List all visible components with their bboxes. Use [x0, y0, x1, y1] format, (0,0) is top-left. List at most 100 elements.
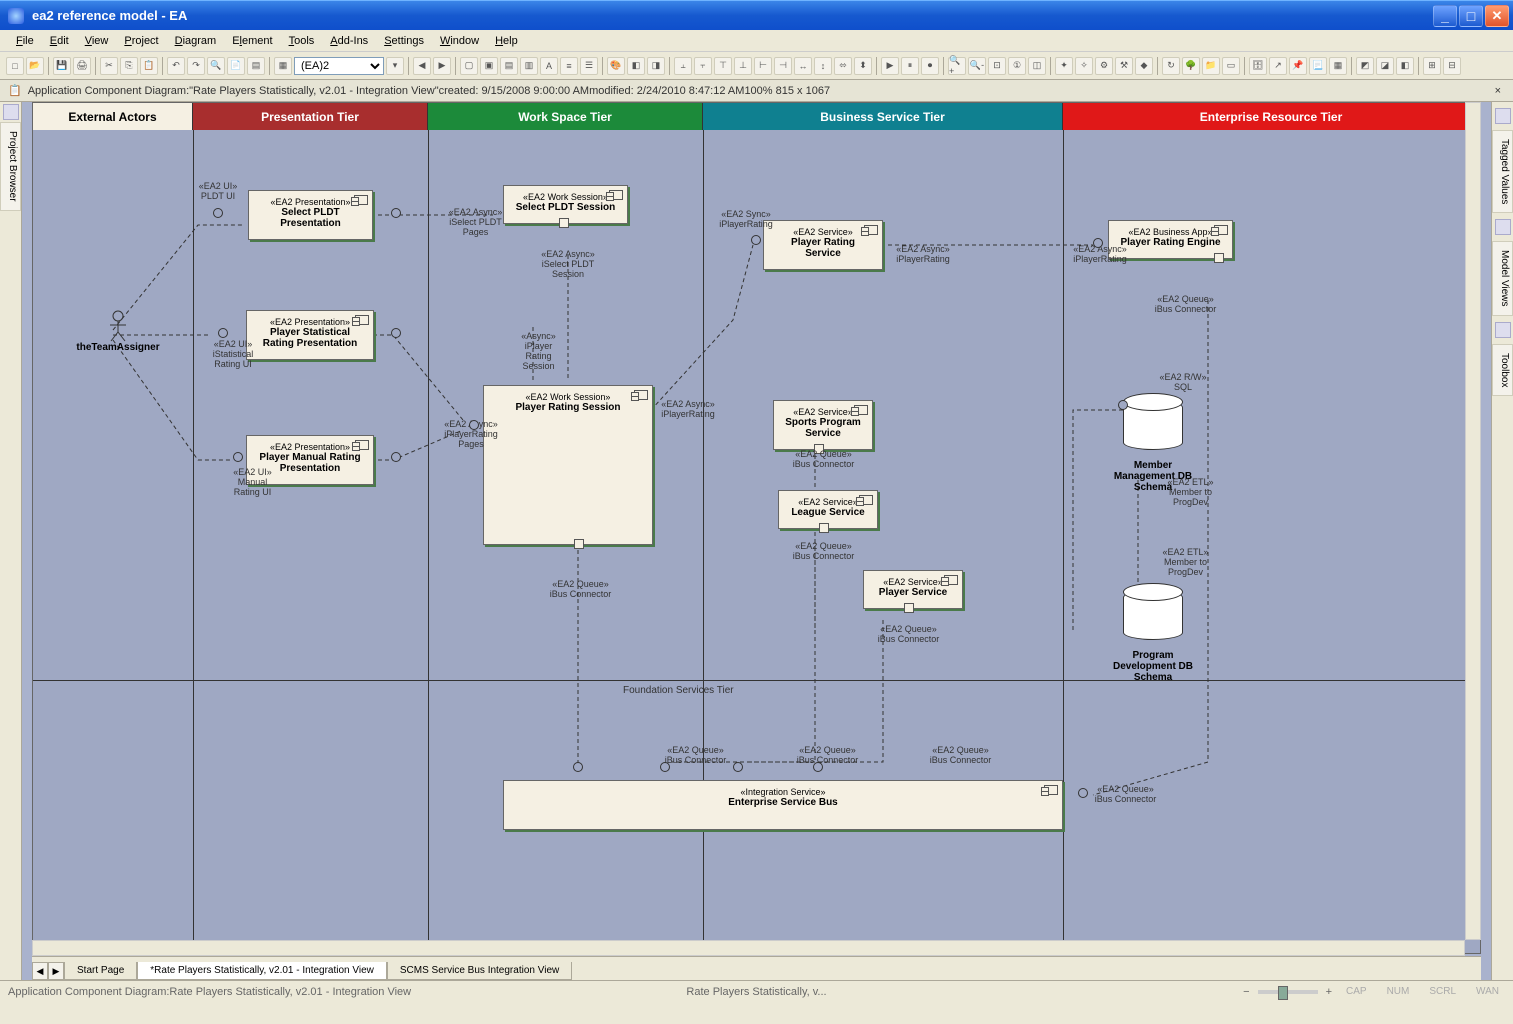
model-views-icon[interactable]: [1495, 219, 1511, 235]
sidetab-model-views[interactable]: Model Views: [1492, 241, 1513, 316]
menu-window[interactable]: Window: [432, 33, 487, 49]
diagram-canvas[interactable]: External Actors Presentation Tier Work S…: [32, 102, 1481, 954]
tb-refresh-icon[interactable]: ↻: [1162, 57, 1180, 75]
tb-layout2-icon[interactable]: ▣: [480, 57, 498, 75]
zoom-in-icon[interactable]: +: [1326, 986, 1332, 998]
sidetab-project-browser[interactable]: Project Browser: [0, 122, 21, 211]
tb-db-icon[interactable]: 🗄: [1249, 57, 1267, 75]
tb-align5-icon[interactable]: ⊢: [754, 57, 772, 75]
tb-style-icon[interactable]: ◨: [647, 57, 665, 75]
menu-help[interactable]: Help: [487, 33, 526, 49]
tb-list2-icon[interactable]: ▦: [1329, 57, 1347, 75]
tb-open-icon[interactable]: 📂: [26, 57, 44, 75]
tb-align1-icon[interactable]: ⫠: [674, 57, 692, 75]
menu-project[interactable]: Project: [116, 33, 166, 49]
tab-scroll-right[interactable]: ▶: [48, 962, 64, 980]
sidetab-toolbox[interactable]: Toolbox: [1492, 344, 1513, 396]
comp-player-rating-service[interactable]: «EA2 Service» Player Rating Service: [763, 220, 883, 270]
tb-text-icon[interactable]: A: [540, 57, 558, 75]
infobar-close-icon[interactable]: ×: [1491, 85, 1505, 97]
tb-doc-icon[interactable]: 📄: [227, 57, 245, 75]
tb-layout3-icon[interactable]: ▤: [500, 57, 518, 75]
tb-spacev-icon[interactable]: ↕: [814, 57, 832, 75]
tb-play-icon[interactable]: ▶: [881, 57, 899, 75]
maximize-button[interactable]: □: [1459, 5, 1483, 27]
tb-zoomout-icon[interactable]: 🔍-: [968, 57, 986, 75]
db-prog-dev[interactable]: Program Development DB Schema: [1108, 590, 1198, 683]
tagged-values-icon[interactable]: [1495, 108, 1511, 124]
tab-scms[interactable]: SCMS Service Bus Integration View: [387, 962, 572, 980]
tb-x3-icon[interactable]: ⚙: [1095, 57, 1113, 75]
minimize-button[interactable]: _: [1433, 5, 1457, 27]
comp-player-rating-session[interactable]: «EA2 Work Session» Player Rating Session: [483, 385, 653, 545]
zoom-slider[interactable]: [1258, 990, 1318, 994]
tb-zoom100-icon[interactable]: ①: [1008, 57, 1026, 75]
menu-edit[interactable]: Edit: [42, 33, 77, 49]
sidetab-tagged-values[interactable]: Tagged Values: [1492, 130, 1513, 213]
close-button[interactable]: ✕: [1485, 5, 1509, 27]
tb-color-icon[interactable]: ◧: [627, 57, 645, 75]
tb-x1-icon[interactable]: ✦: [1055, 57, 1073, 75]
tb-zoomarea-icon[interactable]: ◫: [1028, 57, 1046, 75]
tb-win-icon[interactable]: ▭: [1222, 57, 1240, 75]
zoom-out-icon[interactable]: −: [1243, 986, 1249, 998]
tb-a2-icon[interactable]: ◪: [1376, 57, 1394, 75]
tb-fwd-icon[interactable]: ▶: [433, 57, 451, 75]
menu-tools[interactable]: Tools: [281, 33, 323, 49]
tb-copy-icon[interactable]: ⎘: [120, 57, 138, 75]
tb-export-icon[interactable]: ↗: [1269, 57, 1287, 75]
tb-save-icon[interactable]: 💾: [53, 57, 71, 75]
tb-x2-icon[interactable]: ✧: [1075, 57, 1093, 75]
tb-zoomin-icon[interactable]: 🔍+: [948, 57, 966, 75]
tb-folder-icon[interactable]: 📁: [1202, 57, 1220, 75]
tb-a3-icon[interactable]: ◧: [1396, 57, 1414, 75]
tb-paste-icon[interactable]: 📋: [140, 57, 158, 75]
tb-end1-icon[interactable]: ⊞: [1423, 57, 1441, 75]
toolbox-icon[interactable]: [1495, 322, 1511, 338]
menu-file[interactable]: File: [8, 33, 42, 49]
tb-cut-icon[interactable]: ✂: [100, 57, 118, 75]
menu-settings[interactable]: Settings: [376, 33, 432, 49]
tb-dropdown-icon[interactable]: ▾: [386, 57, 404, 75]
tb-align4-icon[interactable]: ⊥: [734, 57, 752, 75]
toolbar-combo[interactable]: (EA)2: [294, 57, 384, 75]
tb-align6-icon[interactable]: ⊣: [774, 57, 792, 75]
tb-redo-icon[interactable]: ↷: [187, 57, 205, 75]
tb-undo-icon[interactable]: ↶: [167, 57, 185, 75]
tb-list-icon[interactable]: ≡: [560, 57, 578, 75]
tb-spaceh-icon[interactable]: ↔: [794, 57, 812, 75]
comp-select-pldt-pres[interactable]: «EA2 Presentation» Select PLDT Presentat…: [248, 190, 373, 240]
menu-element[interactable]: Element: [224, 33, 280, 49]
tb-bullets-icon[interactable]: ☰: [580, 57, 598, 75]
tb-zoomfit-icon[interactable]: ⊡: [988, 57, 1006, 75]
tb-end2-icon[interactable]: ⊟: [1443, 57, 1461, 75]
tb-align3-icon[interactable]: ⊤: [714, 57, 732, 75]
comp-sports-program-service[interactable]: «EA2 Service» Sports Program Service: [773, 400, 873, 450]
tab-rate-players[interactable]: *Rate Players Statistically, v2.01 - Int…: [137, 962, 387, 980]
tb-paint-icon[interactable]: 🎨: [607, 57, 625, 75]
tab-start-page[interactable]: Start Page: [64, 962, 137, 980]
tb-x4-icon[interactable]: ⚒: [1115, 57, 1133, 75]
menu-addins[interactable]: Add-Ins: [322, 33, 376, 49]
comp-stat-rating-pres[interactable]: «EA2 Presentation» Player Statistical Ra…: [246, 310, 374, 360]
tb-pin-icon[interactable]: 📌: [1289, 57, 1307, 75]
project-browser-icon[interactable]: [3, 104, 19, 120]
tb-grid-icon[interactable]: ▦: [274, 57, 292, 75]
horizontal-scrollbar[interactable]: [32, 940, 1465, 956]
menu-view[interactable]: View: [77, 33, 117, 49]
menu-diagram[interactable]: Diagram: [167, 33, 225, 49]
tb-new-icon[interactable]: □: [6, 57, 24, 75]
tb-pause-icon[interactable]: ⏸: [901, 57, 919, 75]
tb-search-icon[interactable]: 🔍: [207, 57, 225, 75]
tb-samew-icon[interactable]: ⬄: [834, 57, 852, 75]
tb-print-icon[interactable]: 🖨: [73, 57, 91, 75]
tb-back-icon[interactable]: ◀: [413, 57, 431, 75]
tb-layout4-icon[interactable]: ▥: [520, 57, 538, 75]
tb-sameh-icon[interactable]: ⬍: [854, 57, 872, 75]
tb-align2-icon[interactable]: ⫟: [694, 57, 712, 75]
comp-league-service[interactable]: «EA2 Service» League Service: [778, 490, 878, 529]
tb-doc2-icon[interactable]: 📃: [1309, 57, 1327, 75]
actor-team-assigner[interactable]: theTeamAssigner: [63, 310, 173, 353]
tb-rec-icon[interactable]: ⏺: [921, 57, 939, 75]
tb-x5-icon[interactable]: ◆: [1135, 57, 1153, 75]
